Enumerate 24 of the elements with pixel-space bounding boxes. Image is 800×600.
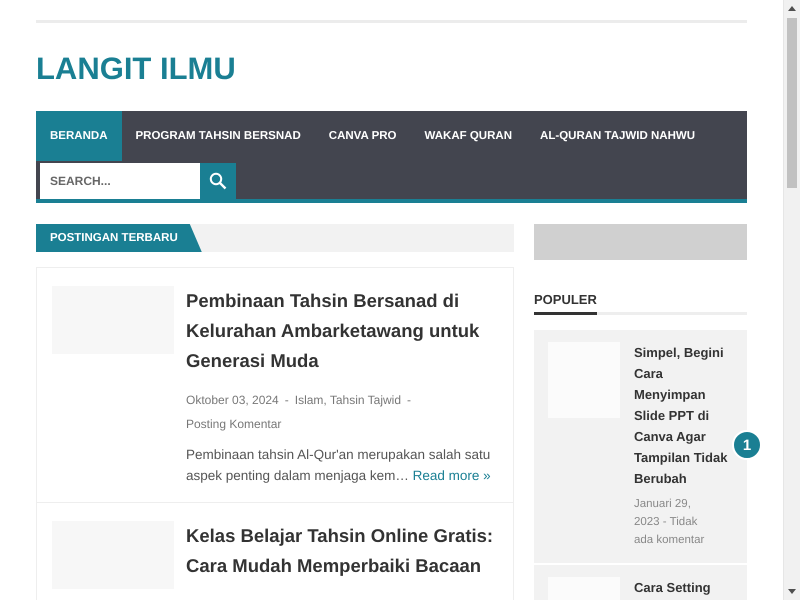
read-more-link[interactable]: Read more » — [412, 468, 491, 483]
separator: - — [407, 393, 412, 407]
comments-link[interactable]: Posting Komentar — [186, 417, 282, 431]
nav-tab[interactable]: CANVA PRO — [314, 111, 410, 161]
post-snippet: Pembinaan tahsin Al-Qur'an merupakan salah satu aspek penting dalam menjaga kem… Read more » — [186, 446, 492, 485]
separator: - — [284, 393, 289, 407]
search-icon — [209, 172, 227, 190]
site-title[interactable]: LANGIT ILMU — [36, 51, 236, 87]
scrollbar-thumb[interactable] — [787, 18, 797, 188]
post-title[interactable]: Kelas Belajar Tahsin Online Gratis: Cara Mudah Memperbaiki Bacaan — [186, 521, 498, 581]
post-date: Oktober 03, 2024 — [186, 393, 279, 407]
post-title[interactable]: Pembinaan Tahsin Bersanad di Kelurahan Ambarketawang untuk Generasi Muda — [186, 286, 498, 376]
nav-tab[interactable]: BERANDA — [36, 111, 122, 161]
search-button[interactable] — [200, 163, 236, 199]
nav-tab[interactable]: AL-QURAN TAJWID NAHWU — [526, 111, 710, 161]
search-field[interactable]: SEARCH... — [40, 163, 200, 199]
post-meta: Januari 29, 2023 - Tidak ada komentar — [634, 497, 706, 548]
section-heading: POSTINGAN TERBARU — [36, 224, 202, 252]
widget-heading: POPULER — [534, 292, 597, 315]
post-labels[interactable]: Islam, Tahsin Tajwid — [294, 393, 402, 407]
rank-badge: 1 — [732, 430, 762, 460]
nav-tab[interactable]: PROGRAM TAHSIN BERSNAD — [122, 111, 315, 161]
nav-tab[interactable]: WAKAF QURAN — [410, 111, 526, 161]
popular-post-title[interactable]: Simpel, Begini Cara Menyimpan Slide PPT di Canva Agar Tampilan Tidak Berubah — [634, 342, 730, 489]
